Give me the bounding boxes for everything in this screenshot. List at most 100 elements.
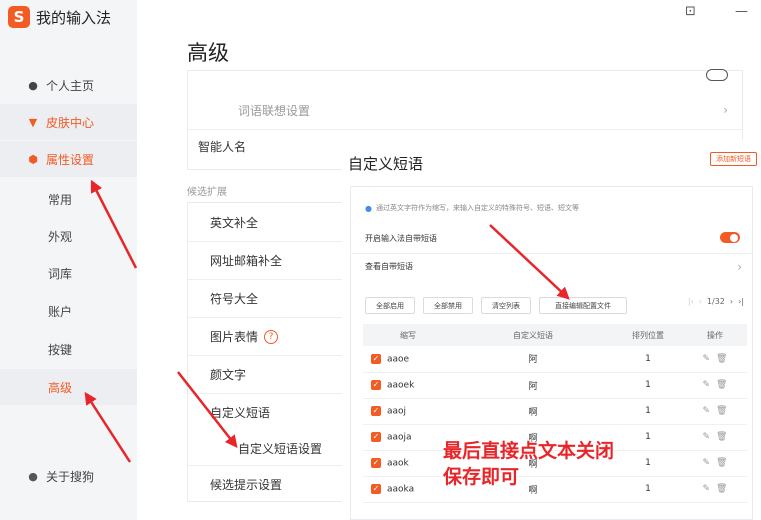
enable-all-button[interactable]: 全部启用 [365,297,415,314]
table-row[interactable]: ✓ aaoek 阿 1 ✎ 🗑 [363,372,747,399]
sidebar: S 我的输入法 ● 个人主页 ▼ 皮肤中心 ⬢ 属性设置 常用 外观 词库 账户… [0,0,137,520]
checkbox-checked-icon[interactable]: ✓ [371,379,381,390]
hint-label: 通过英文字符作为缩写，来输入自定义的特殊符号、短语、短文等 [375,204,579,212]
position-cell: 1 [613,424,683,451]
enable-builtin-toggle[interactable] [720,232,740,243]
enable-builtin-row[interactable]: 开启输入法自带短语 [351,227,752,249]
column-header: 操作 [683,324,747,346]
sidebar-item-label: 皮肤中心 [46,115,95,130]
clear-list-button[interactable]: 清空列表 [481,297,531,314]
delete-icon[interactable]: 🗑 [716,432,727,442]
delete-icon[interactable]: 🗑 [716,354,727,364]
section-label: 候选扩展 [187,187,227,198]
app-logo: S 我的输入法 [8,6,111,28]
disable-all-button[interactable]: 全部禁用 [423,297,473,314]
delete-icon[interactable]: 🗑 [716,484,727,494]
enable-builtin-label: 开启输入法自带短语 [365,233,437,243]
first-page-button[interactable]: |‹ [688,297,694,306]
delete-icon[interactable]: 🗑 [716,458,727,468]
edit-icon[interactable]: ✎ [703,380,711,390]
column-header: 排列位置 [613,324,683,346]
user-icon: ● [28,78,38,92]
last-page-button[interactable]: ›| [738,297,744,306]
sidebar-sub-advanced[interactable]: 高级 [0,369,137,405]
view-builtin-row[interactable]: 查看自带短语 › [351,253,752,279]
edit-icon[interactable]: ✎ [703,484,711,494]
setting-label: 图片表情 [210,330,259,344]
abbr-cell: aaoj [387,406,407,417]
sidebar-item-label: 属性设置 [46,152,95,167]
position-cell: 1 [613,398,683,425]
settings-hex-icon: ⬢ [28,152,38,166]
info-icon: ● [365,203,372,213]
setting-label: 智能人名 [198,140,247,154]
sidebar-sub-dictionary[interactable]: 词库 [0,255,137,291]
phrase-cell: 啊 [453,398,613,425]
sidebar-item-properties[interactable]: ⬢ 属性设置 [0,141,137,177]
position-cell: 1 [613,372,683,399]
add-phrase-button[interactable]: 添加新短语 [710,152,757,166]
abbr-cell: aaoka [387,484,415,495]
sidebar-sub-common[interactable]: 常用 [0,181,137,217]
prev-page-button[interactable]: ‹ [699,297,702,306]
minimize-button[interactable]: — [735,4,748,19]
setting-label: 颜文字 [210,368,247,382]
setting-row-word-association[interactable]: 词语联想设置 › [188,93,742,127]
edit-config-file-button[interactable]: 直接编辑配置文件 [539,297,627,314]
hint-text: ● 通过英文字符作为缩写，来输入自定义的特殊符号、短语、短文等 [365,203,579,213]
sidebar-sub-appearance[interactable]: 外观 [0,218,137,254]
phrase-cell: 阿 [453,346,613,373]
pager: |‹ ‹ 1/32 › ›| [688,297,744,306]
annotation-line: 保存即可 [443,466,520,488]
next-page-button[interactable]: › [730,297,733,306]
table-row[interactable]: ✓ aaoe 阿 1 ✎ 🗑 [363,346,747,373]
chevron-right-icon: › [737,259,742,274]
sidebar-item-about[interactable]: ● 关于搜狗 [0,458,137,494]
delete-icon[interactable]: 🗑 [716,380,727,390]
position-cell: 1 [613,476,683,503]
checkbox-checked-icon[interactable]: ✓ [371,405,381,416]
delete-icon[interactable]: 🗑 [716,406,727,416]
shirt-icon: ▼ [28,115,38,129]
chevron-right-icon: › [723,103,728,117]
edit-icon[interactable]: ✎ [703,458,711,468]
toggle-switch[interactable] [706,69,728,81]
setting-label: 英文补全 [210,215,259,230]
checkbox-checked-icon[interactable]: ✓ [371,483,381,494]
checkbox-checked-icon[interactable]: ✓ [371,457,381,468]
setting-label: 自定义短语设置 [238,441,323,456]
checkbox-checked-icon[interactable]: ✓ [371,353,381,364]
info-icon: ● [28,469,38,483]
abbr-cell: aaok [387,458,409,469]
setting-label: 网址邮箱补全 [210,254,283,268]
column-header: 自定义短语 [453,324,613,346]
setting-label: 自定义短语 [210,406,271,420]
annotation-line: 最后直接点文本关闭 [443,440,615,462]
position-cell: 1 [613,346,683,373]
setting-label: 符号大全 [210,292,259,306]
sidebar-item-skins[interactable]: ▼ 皮肤中心 [0,104,137,140]
edit-icon[interactable]: ✎ [703,432,711,442]
sogou-logo-icon: S [8,6,30,28]
annotation-text: 最后直接点文本关闭 保存即可 [443,438,614,490]
checkbox-checked-icon[interactable]: ✓ [371,431,381,442]
setting-label: 词语联想设置 [238,103,311,118]
page-indicator: 1/32 [706,297,725,306]
abbr-cell: aaoe [387,354,410,364]
feedback-icon[interactable]: ⊡ [685,4,696,19]
table-row[interactable]: ✓ aaoj 啊 1 ✎ 🗑 [363,398,747,425]
abbr-cell: aaoja [387,432,412,443]
sidebar-item-profile[interactable]: ● 个人主页 [0,67,137,103]
app-title: 我的输入法 [36,8,112,27]
edit-icon[interactable]: ✎ [703,406,711,416]
phrase-cell: 阿 [453,372,613,399]
dialog-title: 自定义短语 [348,155,424,173]
edit-icon[interactable]: ✎ [703,354,711,364]
help-icon[interactable]: ? [264,329,279,344]
table-header: 缩写 自定义短语 排列位置 操作 [363,324,747,346]
view-builtin-label: 查看自带短语 [365,262,413,271]
page-title: 高级 [187,41,229,65]
sidebar-item-label: 个人主页 [46,78,95,93]
sidebar-sub-account[interactable]: 账户 [0,293,137,329]
sidebar-sub-keys[interactable]: 按键 [0,331,137,367]
